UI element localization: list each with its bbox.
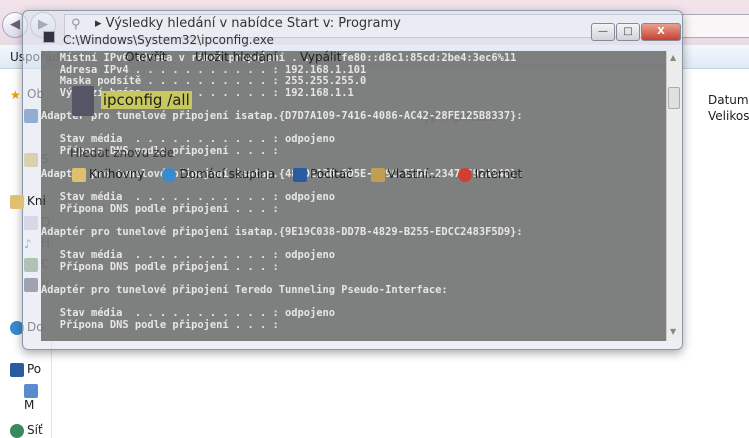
- console-line: Stav média . . . . . . . . . . . : odpoj…: [41, 249, 336, 262]
- application-icon: [72, 86, 94, 116]
- search-again-homegroup[interactable]: Domácí skupina: [162, 167, 275, 182]
- minimize-button[interactable]: —: [591, 23, 615, 41]
- result-name: ipconfig /all: [100, 90, 192, 109]
- search-again-libraries[interactable]: Knihovny: [72, 167, 145, 182]
- maximize-button[interactable]: □: [616, 23, 640, 41]
- search-again-custom[interactable]: Vlastní...: [370, 167, 440, 182]
- save-search-button[interactable]: Uložit hledání: [195, 50, 277, 64]
- folder-icon: [370, 167, 385, 182]
- homegroup-icon: [162, 167, 177, 182]
- nav-item-network[interactable]: Síť: [10, 423, 43, 438]
- console-scrollbar[interactable]: ▲ ▼: [666, 51, 682, 341]
- network-icon: [10, 423, 24, 438]
- search-result-item[interactable]: ipconfig /all: [72, 86, 192, 116]
- console-line: Stav média . . . . . . . . . . . : odpoj…: [41, 307, 336, 320]
- console-line: Místní IPv6 adresa v rámci propojení . .…: [41, 52, 517, 64]
- nav-item-computer[interactable]: Po: [10, 362, 41, 377]
- scroll-thumb[interactable]: [668, 87, 680, 109]
- burn-button[interactable]: Vypálit: [300, 50, 341, 64]
- console-title: C:\Windows\System32\ipconfig.exe: [63, 33, 274, 47]
- nav-item[interactable]: M: [24, 383, 51, 412]
- computer-icon: [10, 362, 24, 377]
- console-line: Stav média . . . . . . . . . . . : odpoj…: [41, 191, 336, 204]
- detail-size: Velikost: [708, 109, 749, 123]
- detail-date: Datum :: [708, 93, 749, 107]
- breadcrumb-sep: ▸: [95, 16, 106, 31]
- library-icon: [10, 194, 24, 209]
- console-line: Přípona DNS podle připojení . . . :: [41, 318, 279, 331]
- breadcrumb-item[interactable]: Výsledky hledání v nabídce Start v: Prog…: [106, 16, 401, 31]
- internet-icon: [457, 167, 472, 182]
- close-button[interactable]: X: [641, 23, 681, 41]
- scroll-down-icon[interactable]: ▼: [670, 327, 676, 336]
- console-line: Přípona DNS podle připojení . . . :: [41, 202, 279, 215]
- search-again-internet[interactable]: Internet: [457, 167, 522, 182]
- nav-item-libraries[interactable]: Kni: [10, 194, 46, 209]
- search-again-list: Knihovny Domácí skupina Počítač Vlastní.…: [72, 167, 522, 182]
- console-line: Adaptér pro tunelové připojení isatap.{9…: [41, 225, 523, 238]
- open-button[interactable]: Otevřít: [125, 50, 167, 64]
- console-line: Přípona DNS podle připojení . . . :: [41, 260, 279, 273]
- console-icon: [43, 31, 55, 43]
- library-icon: [72, 167, 86, 182]
- search-again-label: Hledat znovu zde: [70, 146, 175, 160]
- scroll-up-icon[interactable]: ▲: [670, 53, 676, 62]
- computer-icon: [292, 167, 307, 182]
- console-line: Adaptér pro tunelové připojení Teredo Tu…: [41, 283, 448, 296]
- console-line: Stav média . . . . . . . . . . . : odpoj…: [41, 133, 336, 146]
- search-again-computer[interactable]: Počítač: [292, 167, 353, 182]
- drive-icon: [24, 383, 38, 398]
